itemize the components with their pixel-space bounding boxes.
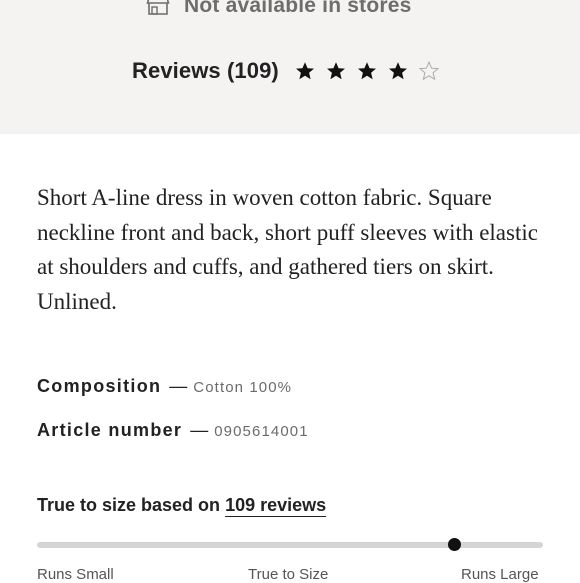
composition-separator: — [169,376,188,396]
fit-title: True to size based on 109 reviews [37,495,326,516]
article-number-row: Article number — 0905614001 [37,420,309,441]
fit-label-true-to-size: True to Size [248,566,329,583]
store-availability: Not available in stores [146,0,412,20]
product-description: Short A-line dress in woven cotton fabri… [37,185,538,314]
availability-text: Not available in stores [184,0,412,17]
article-number-label: Article number [37,420,183,440]
fit-scale-marker [447,538,461,551]
star-filled-icon [357,62,376,80]
composition-row: Composition — Cotton 100% [37,376,292,397]
star-filled-icon [295,62,314,80]
fit-title-prefix: True to size based on [37,495,221,515]
reviews-summary[interactable]: Reviews (109) [132,55,439,87]
fit-label-runs-large: Runs Large [461,566,539,583]
fit-reviews-link[interactable]: 109 reviews [225,495,326,515]
star-rating [295,61,439,81]
article-number-separator: — [190,420,209,440]
composition-label: Composition [37,376,162,396]
composition-value: Cotton 100% [193,379,293,396]
star-empty-icon [418,61,439,81]
fit-scale-track [37,542,543,548]
product-summary-panel: Not available in stores Reviews (109) [0,0,580,134]
store-icon [146,0,170,15]
star-filled-icon [326,62,345,80]
star-filled-icon [388,62,407,80]
reviews-link[interactable]: Reviews (109) [132,58,279,84]
fit-label-runs-small: Runs Small [37,566,114,583]
article-number-value: 0905614001 [214,423,309,440]
